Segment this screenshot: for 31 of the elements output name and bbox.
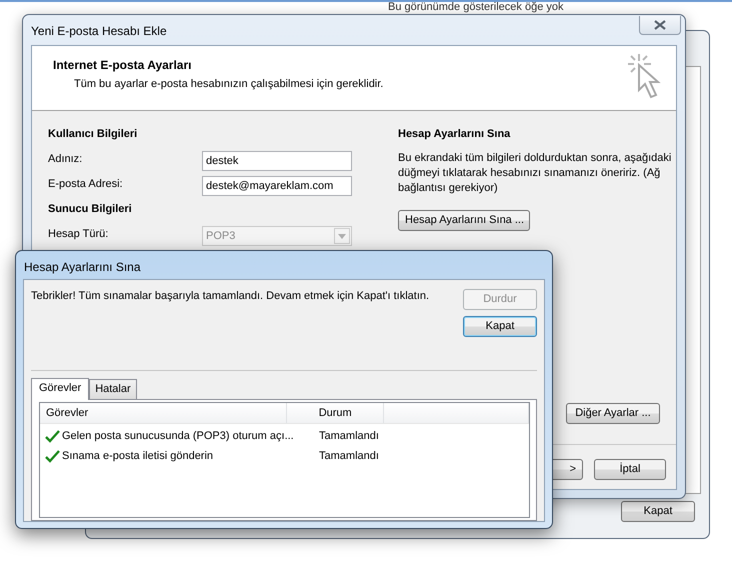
input-field[interactable]: destek@mayareklam.com — [202, 176, 352, 196]
field-label: E-posta Adresi: — [48, 177, 124, 192]
status-cell-text: Tamamlandı — [318, 428, 380, 444]
empty-view-text: Bu görünümde gösterilecek öğe yok — [388, 1, 564, 13]
status-message: Tebrikler! Tüm sınamalar başarıyla tamamlandı. Devam etmek için Kapat'ı tıklatın. — [31, 289, 430, 304]
test-settings-button[interactable]: Hesap Ayarlarını Sına ... — [398, 210, 530, 231]
column-header[interactable]: Görevler — [40, 403, 287, 423]
task-cell-text: Gelen posta sunucusunda (POP3) oturum açı... — [62, 428, 295, 444]
field-label: Hesap Türü: — [48, 227, 110, 242]
window-title: Hesap Ayarlarını Sına — [24, 259, 141, 276]
description-text: Bu ekrandaki tüm bilgileri doldurduktan sonra, aşağıdaki düğmeyi tıklatarak hesabınızı sınamanızı öneririz. (Ağ bağlantısı gerekiyor) — [398, 151, 672, 196]
task-cell-text: Sınama e-posta iletisi gönderin — [62, 448, 214, 464]
tab[interactable]: Görevler — [31, 378, 90, 400]
section-title: Kullanıcı Bilgileri — [48, 127, 138, 142]
close-button[interactable] — [639, 16, 681, 35]
field-label: Adınız: — [48, 152, 84, 167]
tab[interactable]: Hatalar — [89, 379, 137, 399]
column-header[interactable]: Durum — [286, 403, 384, 423]
section-title: Hesap Ayarlarını Sına — [398, 127, 512, 142]
header-subtitle: Tüm bu ayarlar e-posta hesabınızın çalışabilmesi için gereklidir. — [73, 77, 384, 92]
close-button[interactable]: Kapat — [621, 501, 695, 522]
more-settings-button[interactable]: Diğer Ayarlar ... — [566, 403, 660, 424]
input-field[interactable]: destek — [202, 151, 352, 171]
cursor-click-icon — [626, 52, 662, 100]
status-cell-text: Tamamlandı — [318, 448, 380, 464]
close-button[interactable]: Kapat — [463, 316, 537, 336]
section-title: Sunucu Bilgileri — [48, 202, 133, 217]
header-title: Internet E-posta Ayarları — [53, 57, 192, 74]
window-title: Yeni E-posta Hesabı Ekle — [31, 23, 167, 40]
cancel-button[interactable]: İptal — [594, 459, 666, 480]
close-icon — [654, 20, 666, 30]
